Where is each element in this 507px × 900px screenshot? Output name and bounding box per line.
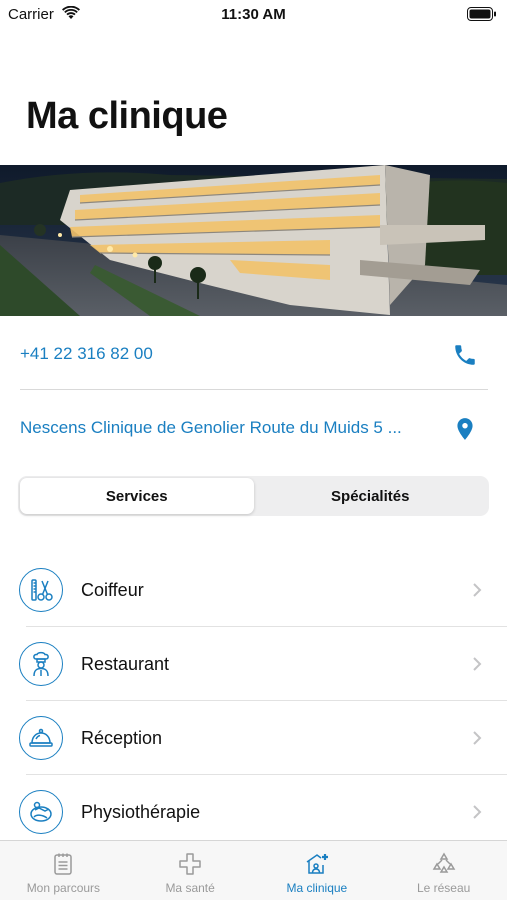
tab-le-reseau[interactable]: Le réseau (380, 841, 507, 900)
status-time: 11:30 AM (221, 6, 286, 23)
chevron-right-icon (473, 731, 482, 745)
list-item-restaurant[interactable]: Restaurant (0, 627, 507, 701)
tab-label: Mon parcours (26, 881, 101, 895)
physio-icon (19, 790, 63, 834)
list-item-reception[interactable]: Réception (0, 701, 507, 775)
services-specialties-segmented-control: Services Spécialités (18, 476, 489, 516)
clinic-icon (306, 854, 328, 874)
battery-icon (467, 7, 496, 21)
medical-cross-icon (179, 853, 201, 875)
segment-specialties[interactable]: Spécialités (254, 478, 488, 514)
clinic-address[interactable]: Nescens Clinique de Genolier Route du Mu… (20, 418, 402, 438)
map-pin-icon[interactable] (452, 416, 478, 442)
service-label: Coiffeur (81, 580, 144, 600)
clinic-photo (0, 165, 507, 316)
address-row[interactable]: Nescens Clinique de Genolier Route du Mu… (20, 408, 488, 448)
page-title: Ma clinique (26, 95, 228, 137)
chevron-right-icon (473, 805, 482, 819)
tab-label: Ma clinique (286, 881, 348, 895)
tab-ma-sante[interactable]: Ma santé (127, 841, 254, 900)
tab-ma-clinique[interactable]: Ma clinique (254, 841, 381, 900)
service-label: Restaurant (81, 654, 170, 674)
notepad-icon (54, 853, 73, 875)
bottom-tab-bar: Mon parcours Ma santé Ma clinique Le rés… (0, 840, 507, 900)
service-bell-icon (19, 716, 63, 760)
scissors-comb-icon (19, 568, 63, 612)
phone-row[interactable]: +41 22 316 82 00 (20, 334, 488, 374)
segment-services[interactable]: Services (20, 478, 254, 514)
service-label: Réception (81, 728, 163, 748)
tab-label: Le réseau (416, 881, 471, 895)
contact-divider (20, 389, 488, 390)
chevron-right-icon (473, 583, 482, 597)
chevron-right-icon (473, 657, 482, 671)
network-icon (432, 852, 455, 873)
services-list: Coiffeur Restaurant Réception Physiothér… (0, 553, 507, 849)
service-label: Physiothérapie (81, 802, 201, 822)
status-bar: Carrier 11:30 AM (0, 0, 507, 30)
tab-mon-parcours[interactable]: Mon parcours (0, 841, 127, 900)
phone-number[interactable]: +41 22 316 82 00 (20, 344, 153, 364)
list-item-coiffeur[interactable]: Coiffeur (0, 553, 507, 627)
chef-icon (19, 642, 63, 686)
phone-icon[interactable] (452, 342, 478, 368)
list-item-physiotherapie[interactable]: Physiothérapie (0, 775, 507, 849)
tab-label: Ma santé (165, 881, 215, 895)
